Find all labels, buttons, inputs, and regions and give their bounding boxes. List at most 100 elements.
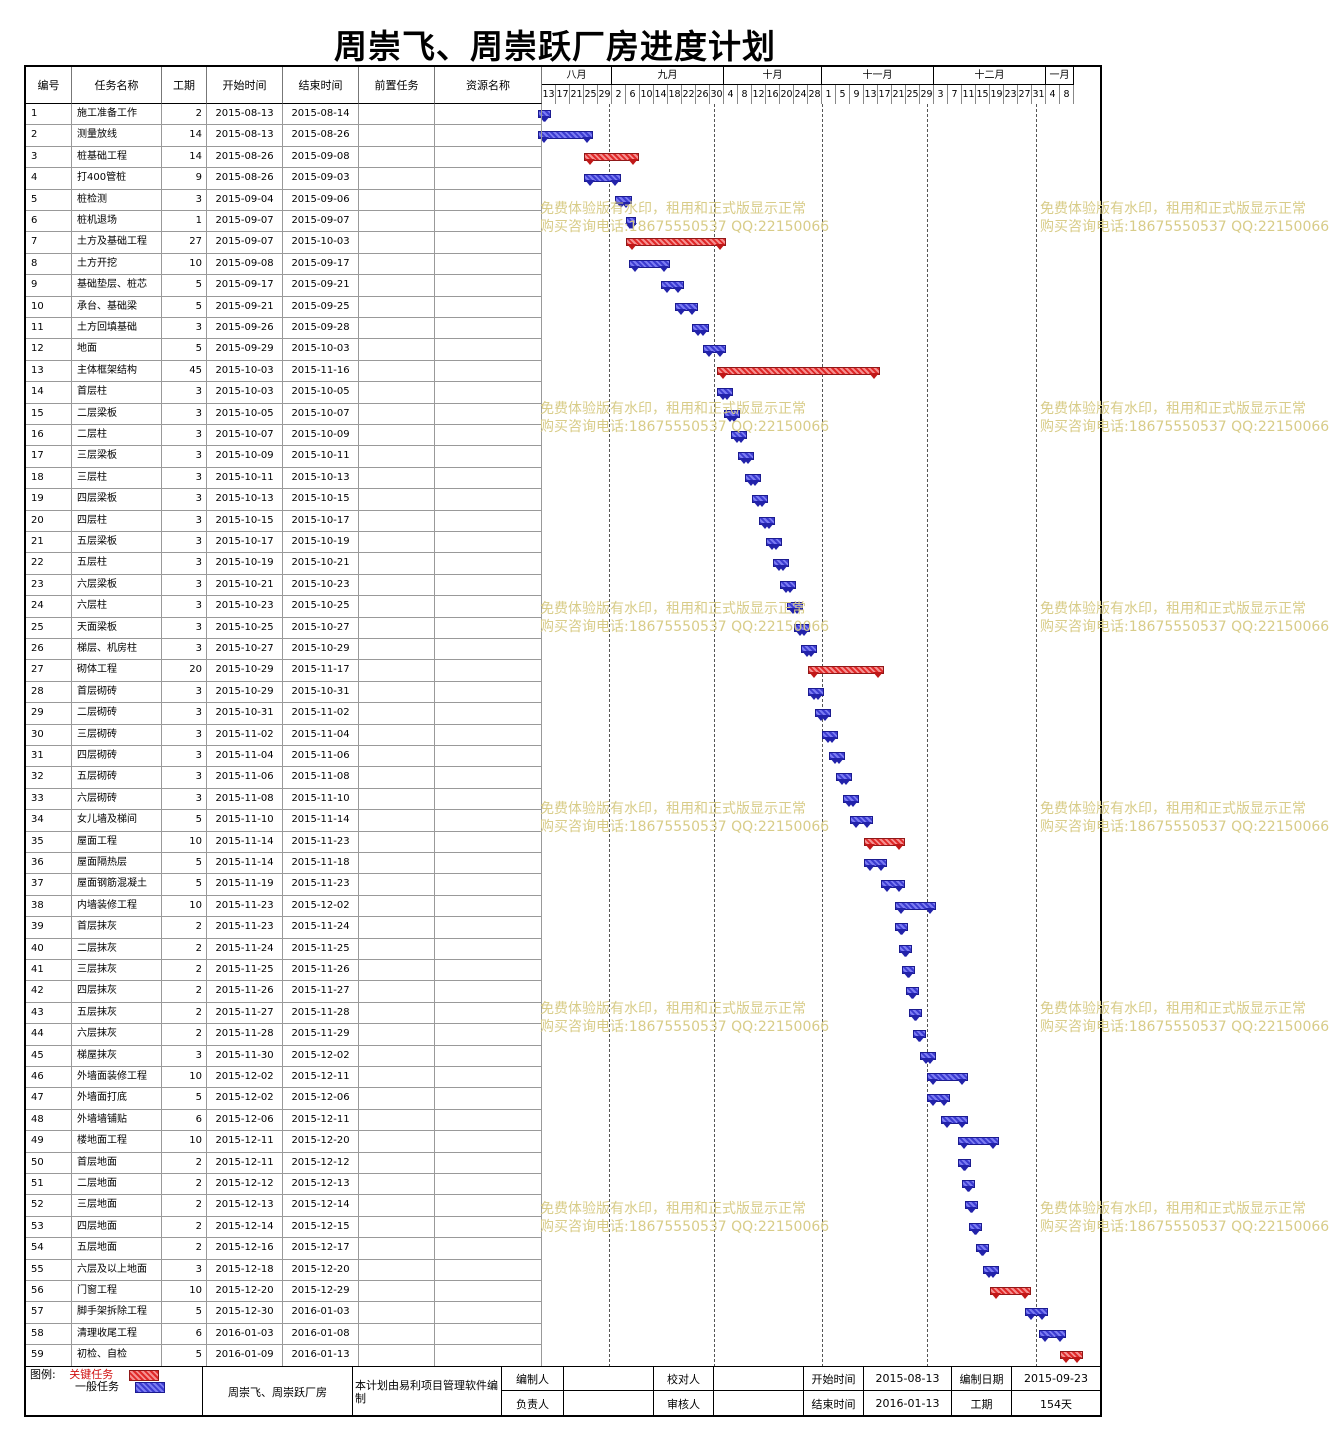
- table-row[interactable]: 5 桩检测 3 2015-09-04 2015-09-06: [26, 189, 542, 211]
- table-row[interactable]: 2 测量放线 14 2015-08-13 2015-08-26: [26, 125, 542, 147]
- timeline-day: 3: [934, 85, 948, 104]
- table-row[interactable]: 43 五层抹灰 2 2015-11-27 2015-11-28: [26, 1002, 542, 1025]
- col-id-header[interactable]: 编号: [26, 67, 72, 104]
- table-row[interactable]: 21 五层梁板 3 2015-10-17 2015-10-19: [26, 532, 542, 554]
- table-row[interactable]: 17 三层梁板 3 2015-10-09 2015-10-11: [26, 446, 542, 468]
- task-name: 梯屋抹灰: [72, 1045, 162, 1066]
- gantt-bar[interactable]: [625, 238, 726, 247]
- table-row[interactable]: 45 梯屋抹灰 3 2015-11-30 2015-12-02: [26, 1045, 542, 1067]
- table-row[interactable]: 12 地面 5 2015-09-29 2015-10-03: [26, 339, 542, 361]
- table-row[interactable]: 22 五层柱 3 2015-10-19 2015-10-21: [26, 553, 542, 575]
- table-row[interactable]: 3 桩基础工程 14 2015-08-26 2015-09-08: [26, 146, 542, 169]
- task-end: 2015-10-31: [283, 681, 359, 703]
- table-row[interactable]: 50 首层地面 2 2015-12-11 2015-12-12: [26, 1152, 542, 1174]
- col-name-header[interactable]: 任务名称: [72, 67, 162, 104]
- gantt-bar-end-marker: [610, 180, 620, 187]
- task-start: 2015-08-26: [207, 146, 283, 168]
- table-row[interactable]: 34 女儿墙及梯间 5 2015-11-10 2015-11-14: [26, 810, 542, 832]
- gantt-bar-end-marker: [750, 479, 760, 486]
- task-id: 58: [26, 1323, 72, 1345]
- timeline-day: 17: [878, 85, 892, 104]
- task-end: 2016-01-03: [283, 1302, 359, 1323]
- table-row[interactable]: 53 四层地面 2 2015-12-14 2015-12-15: [26, 1216, 542, 1239]
- gantt-bar[interactable]: [716, 366, 880, 375]
- task-id: 26: [26, 639, 72, 660]
- task-start: 2015-12-13: [207, 1195, 283, 1216]
- table-row[interactable]: 59 初检、自检 5 2016-01-09 2016-01-13: [26, 1345, 542, 1367]
- date-label: 编制日期: [952, 1367, 1012, 1391]
- task-name: 土方回填基础: [72, 318, 162, 339]
- page-title: 周崇飞、周崇跃厂房进度计划: [334, 27, 776, 66]
- table-row[interactable]: 32 五层砌砖 3 2015-11-06 2015-11-08: [26, 767, 542, 789]
- table-row[interactable]: 10 承台、基础梁 5 2015-09-21 2015-09-25: [26, 296, 542, 318]
- table-row[interactable]: 23 六层梁板 3 2015-10-21 2015-10-23: [26, 574, 542, 597]
- table-row[interactable]: 46 外墙面装修工程 10 2015-12-02 2015-12-11: [26, 1067, 542, 1089]
- table-row[interactable]: 8 土方开挖 10 2015-09-08 2015-09-17: [26, 253, 542, 276]
- table-row[interactable]: 11 土方回填基础 3 2015-09-26 2015-09-28: [26, 318, 542, 340]
- table-row[interactable]: 14 首层柱 3 2015-10-03 2015-10-05: [26, 382, 542, 404]
- table-row[interactable]: 6 桩机退场 1 2015-09-07 2015-09-07: [26, 211, 542, 233]
- task-resource: [435, 1323, 542, 1345]
- task-name: 桩机退场: [72, 211, 162, 232]
- table-row[interactable]: 52 三层地面 2 2015-12-13 2015-12-14: [26, 1195, 542, 1217]
- table-row[interactable]: 48 外墙墙铺贴 6 2015-12-06 2015-12-11: [26, 1109, 542, 1132]
- table-row[interactable]: 29 二层砌砖 3 2015-10-31 2015-11-02: [26, 703, 542, 725]
- table-row[interactable]: 37 屋面钢筋混凝土 5 2015-11-19 2015-11-23: [26, 874, 542, 896]
- table-row[interactable]: 42 四层抹灰 2 2015-11-26 2015-11-27: [26, 981, 542, 1003]
- legend: 图例: 关键任务 一般任务: [26, 1367, 203, 1416]
- task-resource: [435, 1216, 542, 1238]
- table-row[interactable]: 27 砌体工程 20 2015-10-29 2015-11-17: [26, 660, 542, 682]
- task-duration: 3: [162, 553, 207, 574]
- table-row[interactable]: 26 梯层、机房柱 3 2015-10-27 2015-10-29: [26, 639, 542, 661]
- table-row[interactable]: 41 三层抹灰 2 2015-11-25 2015-11-26: [26, 960, 542, 982]
- table-row[interactable]: 24 六层柱 3 2015-10-23 2015-10-25: [26, 596, 542, 618]
- month-divider-line: [1035, 104, 1037, 1367]
- table-row[interactable]: 55 六层及以上地面 3 2015-12-18 2015-12-20: [26, 1259, 542, 1281]
- table-row[interactable]: 16 二层柱 3 2015-10-07 2015-10-09: [26, 425, 542, 447]
- table-row[interactable]: 13 主体框架结构 45 2015-10-03 2015-11-16: [26, 360, 542, 383]
- task-start: 2015-09-26: [207, 318, 283, 339]
- col-predecessor-header[interactable]: 前置任务: [359, 67, 435, 104]
- timeline-day: 25: [906, 85, 920, 104]
- table-row[interactable]: 51 二层地面 2 2015-12-12 2015-12-13: [26, 1174, 542, 1196]
- task-end: 2015-10-13: [283, 467, 359, 489]
- table-row[interactable]: 30 三层砌砖 3 2015-11-02 2015-11-04: [26, 724, 542, 746]
- task-start: 2015-12-12: [207, 1174, 283, 1195]
- table-row[interactable]: 58 清理收尾工程 6 2016-01-03 2016-01-08: [26, 1323, 542, 1346]
- col-end-header[interactable]: 结束时间: [283, 67, 359, 104]
- task-start: 2015-11-14: [207, 853, 283, 874]
- timeline-day: 11: [962, 85, 976, 104]
- task-id: 23: [26, 574, 72, 596]
- table-row[interactable]: 18 三层柱 3 2015-10-11 2015-10-13: [26, 467, 542, 490]
- task-duration: 3: [162, 639, 207, 660]
- table-row[interactable]: 44 六层抹灰 2 2015-11-28 2015-11-29: [26, 1024, 542, 1046]
- table-row[interactable]: 31 四层砌砖 3 2015-11-04 2015-11-06: [26, 746, 542, 768]
- table-row[interactable]: 7 土方及基础工程 27 2015-09-07 2015-10-03: [26, 232, 542, 254]
- table-row[interactable]: 39 首层抹灰 2 2015-11-23 2015-11-24: [26, 917, 542, 939]
- table-row[interactable]: 40 二层抹灰 2 2015-11-24 2015-11-25: [26, 938, 542, 960]
- table-row[interactable]: 54 五层地面 2 2015-12-16 2015-12-17: [26, 1238, 542, 1260]
- gantt-bar-start-marker: [630, 265, 640, 272]
- table-row[interactable]: 25 天面梁板 3 2015-10-25 2015-10-27: [26, 617, 542, 639]
- task-resource: [435, 1067, 542, 1088]
- table-row[interactable]: 4 打400管桩 9 2015-08-26 2015-09-03: [26, 168, 542, 190]
- col-duration-header[interactable]: 工期: [162, 67, 207, 104]
- table-row[interactable]: 35 屋面工程 10 2015-11-14 2015-11-23: [26, 831, 542, 853]
- table-row[interactable]: 15 二层梁板 3 2015-10-05 2015-10-07: [26, 403, 542, 425]
- task-end: 2015-09-08: [283, 146, 359, 168]
- table-row[interactable]: 20 四层柱 3 2015-10-15 2015-10-17: [26, 510, 542, 532]
- timeline-day: 25: [584, 85, 598, 104]
- col-start-header[interactable]: 开始时间: [207, 67, 283, 104]
- table-row[interactable]: 28 首层砌砖 3 2015-10-29 2015-10-31: [26, 681, 542, 704]
- table-row[interactable]: 57 脚手架拆除工程 5 2015-12-30 2016-01-03: [26, 1302, 542, 1324]
- table-row[interactable]: 33 六层砌砖 3 2015-11-08 2015-11-10: [26, 788, 542, 811]
- table-row[interactable]: 9 基础垫层、桩芯 5 2015-09-17 2015-09-21: [26, 275, 542, 297]
- table-row[interactable]: 56 门窗工程 10 2015-12-20 2015-12-29: [26, 1281, 542, 1303]
- table-row[interactable]: 47 外墙面打底 5 2015-12-02 2015-12-06: [26, 1088, 542, 1110]
- table-row[interactable]: 1 施工准备工作 2 2015-08-13 2015-08-14: [26, 104, 542, 126]
- table-row[interactable]: 49 楼地面工程 10 2015-12-11 2015-12-20: [26, 1131, 542, 1153]
- table-row[interactable]: 38 内墙装修工程 10 2015-11-23 2015-12-02: [26, 895, 542, 918]
- table-row[interactable]: 19 四层梁板 3 2015-10-13 2015-10-15: [26, 489, 542, 511]
- table-row[interactable]: 36 屋面隔热层 5 2015-11-14 2015-11-18: [26, 853, 542, 875]
- col-resource-header[interactable]: 资源名称: [435, 67, 542, 104]
